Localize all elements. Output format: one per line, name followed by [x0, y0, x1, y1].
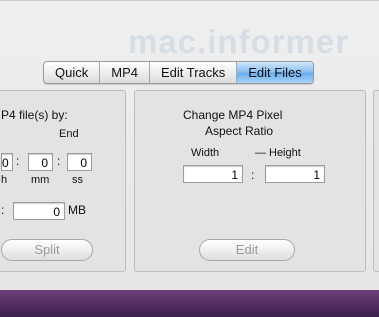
unit-seconds: ss	[72, 174, 83, 186]
desktop-background	[0, 290, 379, 317]
size-unit: MB	[68, 203, 86, 217]
size-field[interactable]: 0	[13, 202, 65, 220]
end-hours-field[interactable]: 0	[1, 153, 13, 171]
aspect-title-line2: Aspect Ratio	[205, 124, 274, 138]
unit-hours: h	[1, 174, 8, 186]
watermark: mac.informer	[128, 23, 350, 60]
aspect-ratio-panel: Change MP4 Pixel Aspect Ratio Width — He…	[134, 90, 366, 272]
tab-edit-tracks[interactable]: Edit Tracks	[150, 62, 238, 83]
ratio-separator: :	[251, 168, 255, 182]
tab-edit-files[interactable]: Edit Files	[237, 62, 313, 83]
size-separator: :	[1, 203, 5, 217]
edit-button[interactable]: Edit	[199, 239, 295, 261]
end-seconds-field[interactable]: 0	[67, 153, 92, 171]
tab-mp4[interactable]: MP4	[100, 62, 150, 83]
time-separator: :	[16, 154, 20, 168]
app-window: mac.informer Quick MP4 Edit Tracks Edit …	[0, 0, 379, 291]
end-label: End	[59, 128, 79, 140]
end-minutes-field[interactable]: 0	[28, 153, 53, 171]
height-label: Height	[269, 147, 301, 159]
split-title: P4 file(s) by:	[1, 108, 68, 122]
split-panel: P4 file(s) by: End 0 : 0 : 0 h mm ss : 0…	[0, 90, 126, 272]
aspect-title-line1: Change MP4 Pixel	[183, 108, 283, 122]
tab-quick[interactable]: Quick	[44, 62, 101, 83]
width-field[interactable]: 1	[183, 165, 243, 183]
unit-minutes: mm	[31, 174, 50, 186]
width-label: Width	[191, 147, 220, 159]
split-button[interactable]: Split	[1, 239, 93, 261]
height-dash: —	[255, 147, 266, 159]
next-panel	[373, 90, 379, 272]
height-field[interactable]: 1	[265, 165, 325, 183]
tab-bar: Quick MP4 Edit Tracks Edit Files	[43, 61, 314, 84]
time-separator: :	[57, 154, 61, 168]
